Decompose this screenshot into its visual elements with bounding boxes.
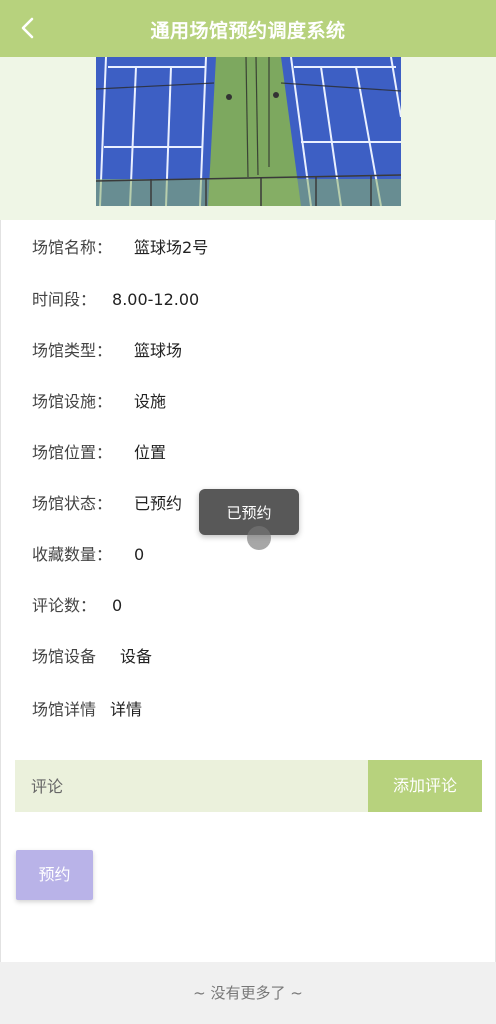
detail-value: 篮球场2号 (134, 238, 209, 257)
add-comment-button[interactable]: 添加评论 (368, 760, 482, 812)
venue-photo (96, 57, 401, 206)
detail-row-description: 场馆详情 详情 (32, 696, 142, 720)
detail-row-equipment: 场馆设备 设备 (32, 643, 152, 667)
detail-label: 场馆设备 (32, 647, 97, 666)
detail-label: 场馆设施： (32, 392, 113, 411)
detail-row-time: 时间段： 8.00-12.00 (32, 286, 199, 310)
detail-label: 场馆状态： (32, 494, 113, 513)
detail-label: 收藏数量： (32, 545, 113, 564)
detail-label: 场馆名称： (32, 238, 113, 257)
detail-row-location: 场馆位置： 位置 (32, 439, 166, 463)
detail-label: 场馆详情 (32, 700, 97, 719)
detail-value: 位置 (134, 443, 167, 462)
detail-row-facilities: 场馆设施： 设施 (32, 388, 166, 412)
status-value: 已预约 (134, 494, 183, 513)
detail-value: 0 (112, 596, 123, 615)
detail-value: 篮球场 (134, 341, 183, 360)
detail-row-type: 场馆类型： 篮球场 (32, 337, 182, 361)
detail-label: 场馆位置： (32, 443, 113, 462)
touch-indicator (247, 526, 271, 550)
page-title: 通用场馆预约调度系统 (150, 20, 346, 42)
reserve-button[interactable]: 预约 (16, 850, 93, 900)
detail-label: 评论数： (32, 596, 97, 615)
detail-value: 设施 (134, 392, 167, 411)
venue-banner (0, 57, 496, 220)
detail-row-comment-count: 评论数： 0 (32, 592, 122, 616)
detail-value: 8.00-12.00 (112, 290, 200, 309)
detail-row-favorites: 收藏数量： 0 (32, 541, 144, 565)
detail-row-name: 场馆名称： 篮球场2号 (32, 234, 208, 258)
comment-input[interactable] (15, 760, 367, 812)
toast-message: 已预约 (199, 489, 299, 535)
detail-label: 时间段： (32, 290, 97, 309)
detail-value: 设备 (120, 647, 153, 666)
detail-label: 场馆类型： (32, 341, 113, 360)
top-bar: 通用场馆预约调度系统 (0, 0, 496, 57)
no-more-footer: ~ 没有更多了 ~ (0, 962, 496, 1024)
detail-row-status: 场馆状态： 已预约 (32, 490, 182, 514)
detail-value: 0 (134, 545, 145, 564)
comment-bar: 添加评论 (15, 760, 482, 812)
detail-value: 详情 (110, 700, 143, 719)
